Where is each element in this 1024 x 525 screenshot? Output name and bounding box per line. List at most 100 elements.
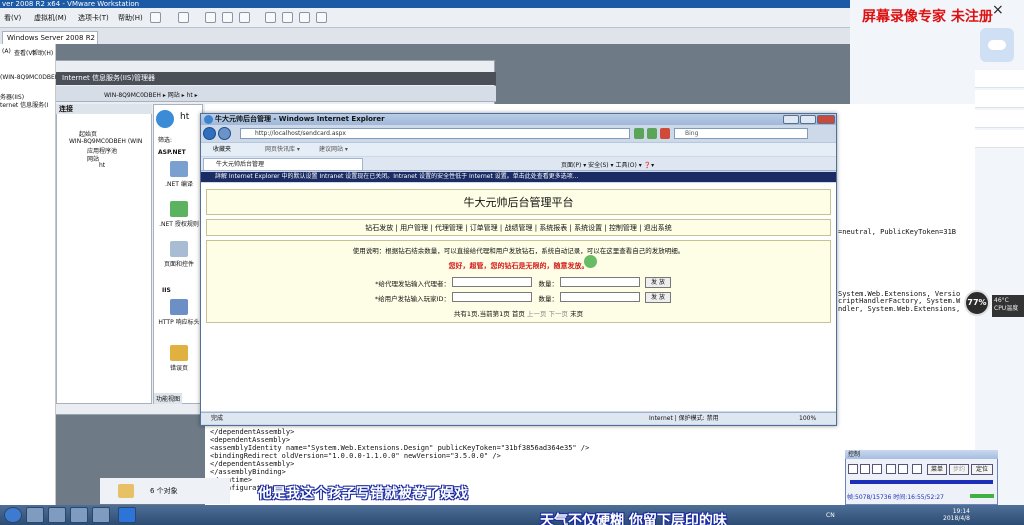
feature-view-tab[interactable]: 功能视图 bbox=[154, 393, 183, 404]
explorer-icon[interactable] bbox=[70, 507, 88, 523]
manage-snapshot-icon[interactable] bbox=[239, 12, 250, 23]
snapshot-icon[interactable] bbox=[205, 12, 216, 23]
pager-prev-next[interactable]: 上一页 下一页 bbox=[527, 310, 568, 318]
feature-error-pages[interactable]: 错误页 bbox=[156, 345, 202, 372]
folder-icon bbox=[118, 484, 134, 498]
recorder-step-button[interactable]: 步约 bbox=[949, 464, 969, 475]
send-keys-icon[interactable] bbox=[178, 12, 189, 23]
language-indicator[interactable]: CN bbox=[826, 512, 835, 519]
feature-net-auth[interactable]: .NET 授权规则 bbox=[156, 201, 202, 228]
powershell-icon[interactable] bbox=[48, 507, 66, 523]
feature-label: .NET 编译 bbox=[165, 181, 193, 188]
refresh-icon[interactable] bbox=[647, 128, 657, 139]
volume-slider[interactable] bbox=[970, 494, 994, 498]
cpu-usage-gauge: 77% bbox=[964, 290, 990, 316]
unity-icon[interactable] bbox=[282, 12, 293, 23]
status-zone[interactable]: Internet | 保护模式: 禁用 bbox=[649, 413, 719, 425]
fav-link-suggested[interactable]: 建议网站 ▾ bbox=[319, 143, 348, 157]
side-strip bbox=[975, 130, 1024, 148]
close-icon[interactable]: × bbox=[992, 2, 1010, 18]
vmware-tab-strip bbox=[0, 28, 850, 44]
nav-logout[interactable]: 退出系统 bbox=[644, 224, 672, 232]
feature-http-headers[interactable]: HTTP 响应标头 bbox=[156, 299, 202, 326]
recorder-locate-button[interactable]: 定位 bbox=[971, 464, 993, 475]
tree-iis-item[interactable]: ternet 信息服务(I bbox=[0, 100, 48, 109]
search-input[interactable]: Bing bbox=[674, 128, 808, 139]
feature-net-compile[interactable]: .NET 编译 bbox=[156, 161, 202, 188]
menu-help2[interactable]: 帮助(H) bbox=[32, 48, 53, 57]
frame-icon[interactable] bbox=[912, 464, 922, 474]
agent-input[interactable] bbox=[452, 277, 532, 287]
favorites-button[interactable]: 收藏夹 bbox=[213, 143, 231, 157]
recorder-title: 控制 bbox=[845, 450, 998, 459]
console-view-icon[interactable] bbox=[299, 12, 310, 23]
vm-tab[interactable]: Windows Server 2008 R2 ... bbox=[2, 31, 98, 54]
tools-icon[interactable] bbox=[92, 507, 110, 523]
compat-icon[interactable] bbox=[634, 128, 644, 139]
player-qty-label: 数量： bbox=[538, 295, 559, 303]
ie-title: 牛大元帅后台管理 - Windows Internet Explorer bbox=[201, 114, 836, 125]
pause-icon[interactable] bbox=[860, 464, 870, 474]
menu-tabs[interactable]: 选项卡(T) bbox=[78, 13, 109, 23]
menu-view[interactable]: 看(V) bbox=[4, 13, 21, 23]
nav-users[interactable]: 用户管理 bbox=[400, 224, 428, 232]
nav-orders[interactable]: 订单管理 bbox=[470, 224, 498, 232]
pager-last[interactable]: 末页 bbox=[570, 310, 583, 318]
close-button[interactable] bbox=[817, 115, 835, 124]
tree-site-ht[interactable]: ht bbox=[99, 162, 105, 169]
taskbar-clock[interactable]: 19:14 2018/4/8 bbox=[930, 508, 970, 522]
agent-label: *给代理发钻输入代理者： bbox=[375, 280, 450, 288]
nav-diamond[interactable]: 钻石发放 bbox=[365, 224, 393, 232]
usage-text: 使用说明：根据钻石结余数量，可以直接给代理和用户发放钻石，系统自动记录，可以在这… bbox=[352, 247, 685, 255]
infobar-prefix: 詳解 Internet Explorer 中的默认设置 bbox=[215, 173, 318, 180]
url-field[interactable]: http://localhost/sendcard.aspx bbox=[240, 128, 630, 139]
play-icon[interactable] bbox=[848, 464, 858, 474]
ie-taskbar-icon[interactable] bbox=[118, 507, 136, 523]
server-manager-icon[interactable] bbox=[26, 507, 44, 523]
config-line: =neutral, PublicKeyToken=31B bbox=[838, 228, 957, 236]
nav-agents[interactable]: 代理管理 bbox=[435, 224, 463, 232]
tree-start-page[interactable]: 起始页 bbox=[79, 129, 97, 138]
error-page-icon bbox=[170, 345, 188, 361]
nav-control[interactable]: 控制管理 bbox=[609, 224, 637, 232]
pager-info[interactable]: 共有1页,当前第1页 首页 bbox=[454, 310, 525, 318]
forward-icon[interactable] bbox=[218, 127, 231, 140]
pause-icon[interactable] bbox=[150, 12, 161, 23]
back-icon[interactable] bbox=[203, 127, 216, 140]
recorder-menu-button[interactable]: 菜单 bbox=[927, 464, 947, 475]
recorder-progress[interactable] bbox=[850, 480, 993, 484]
ie-tab[interactable]: 牛大元帅后台管理 bbox=[203, 158, 363, 171]
menu-action[interactable]: (A) bbox=[2, 48, 11, 55]
ie-infobar[interactable]: 詳解 Internet Explorer 中的默认设置 Intranet 设置现… bbox=[201, 172, 836, 182]
iis-address[interactable]: WIN-8Q9MC0DBEH ▸ 网站 ▸ ht ▸ bbox=[104, 90, 198, 99]
nav-records[interactable]: 战绩管理 bbox=[505, 224, 533, 232]
start-icon[interactable] bbox=[4, 507, 22, 523]
fav-link-webslice[interactable]: 网页快讯库 ▾ bbox=[265, 143, 300, 157]
revert-icon[interactable] bbox=[222, 12, 233, 23]
agent-send-button[interactable]: 发 放 bbox=[645, 277, 671, 288]
player-qty-input[interactable] bbox=[560, 292, 640, 302]
player-input[interactable] bbox=[452, 292, 532, 302]
status-done: 完成 bbox=[211, 415, 224, 422]
minimize-button[interactable] bbox=[783, 115, 799, 124]
forward-icon[interactable] bbox=[898, 464, 908, 474]
rewind-icon[interactable] bbox=[886, 464, 896, 474]
menu-help[interactable]: 帮助(H) bbox=[118, 13, 143, 23]
ie-status-bar: 完成 Internet | 保护模式: 禁用 100% bbox=[201, 412, 836, 424]
menu-vm[interactable]: 虚拟机(M) bbox=[34, 13, 67, 23]
stop-icon[interactable] bbox=[872, 464, 882, 474]
player-send-button[interactable]: 发 放 bbox=[645, 292, 671, 303]
zoom-level[interactable]: 100% bbox=[799, 413, 816, 425]
tree-sites[interactable]: 网站 bbox=[87, 154, 99, 163]
maximize-button[interactable] bbox=[800, 115, 816, 124]
fullscreen-icon[interactable] bbox=[265, 12, 276, 23]
cloud-icon[interactable] bbox=[980, 28, 1014, 62]
nav-reports[interactable]: 系统报表 bbox=[539, 224, 567, 232]
nav-settings[interactable]: 系统设置 bbox=[574, 224, 602, 232]
thumbnail-icon[interactable] bbox=[316, 12, 327, 23]
tree-server[interactable]: WIN-8Q9MC0DBEH (WIN bbox=[69, 138, 142, 145]
feature-pages[interactable]: 页面和控件 bbox=[156, 241, 202, 268]
agent-qty-input[interactable] bbox=[560, 277, 640, 287]
stop-icon[interactable] bbox=[660, 128, 670, 139]
ie-command-bar[interactable]: 页面(P) ▾ 安全(S) ▾ 工具(O) ▾ ❓▾ bbox=[561, 160, 654, 169]
